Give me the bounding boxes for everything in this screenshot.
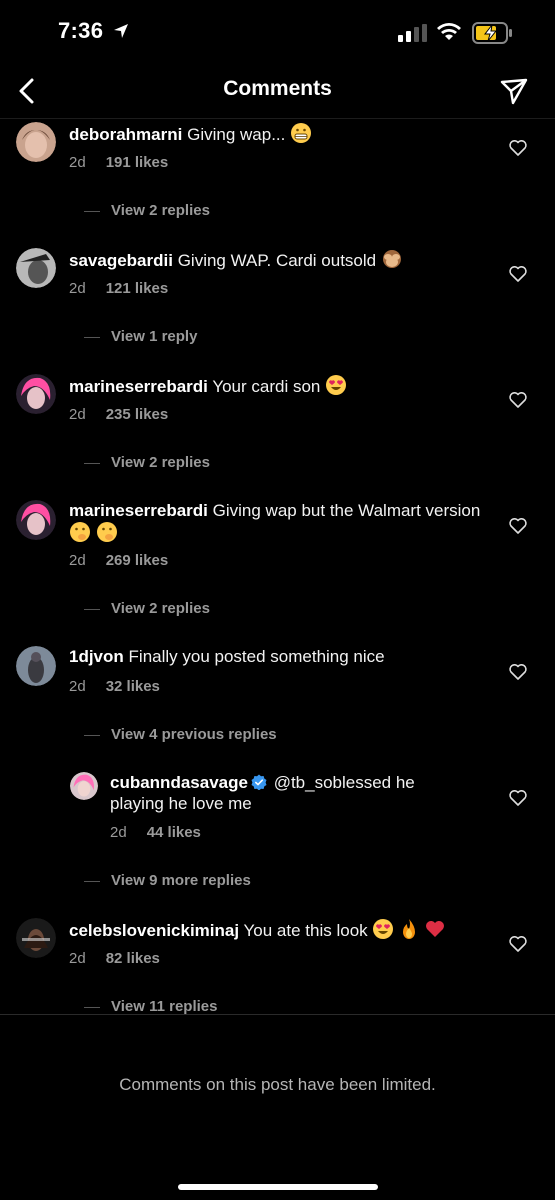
comment-age: 2d — [69, 552, 86, 569]
heart-icon[interactable] — [508, 788, 528, 808]
paper-plane-icon[interactable] — [499, 76, 529, 106]
username[interactable]: marineserrebardi — [69, 501, 208, 520]
status-time: 7:36 — [58, 18, 104, 43]
likes-count[interactable]: 32 likes — [106, 678, 160, 695]
comment-body: Giving wap... — [187, 125, 286, 144]
view-replies-label: View 2 replies — [111, 454, 210, 471]
comment-text: 1djvon Finally you posted something nice — [69, 646, 385, 667]
comment-body: You ate this look — [243, 921, 368, 940]
verified-badge-icon — [251, 774, 267, 790]
heart-eyes-emoji-icon — [326, 375, 347, 395]
comment-text: savagebardii Giving WAP. Cardi outsold — [69, 248, 403, 271]
wifi-icon — [437, 23, 461, 40]
comment-meta: 2d 191 likes — [69, 154, 168, 171]
heart-icon[interactable] — [508, 934, 528, 954]
shushing-emoji-icon — [96, 522, 117, 542]
view-replies-label: View 2 replies — [111, 202, 210, 219]
avatar[interactable] — [16, 122, 56, 162]
home-indicator[interactable] — [178, 1184, 378, 1190]
comment-text: celebslovenickiminaj You ate this look — [69, 918, 446, 941]
username[interactable]: celebslovenickiminaj — [69, 921, 239, 940]
heart-icon[interactable] — [508, 662, 528, 682]
comment-meta: 2d 82 likes — [69, 950, 160, 967]
status-bar: 7:36 — [0, 0, 555, 66]
avatar[interactable] — [16, 918, 56, 958]
view-replies-label: View 2 replies — [111, 600, 210, 617]
red-heart-emoji-icon — [425, 921, 444, 937]
comment-meta: 2d 121 likes — [69, 280, 168, 297]
comments-screen: 7:36 Comments deborahmarni Giving wap...… — [0, 0, 555, 1200]
view-replies-button[interactable]: View 11 replies — [84, 998, 217, 1014]
avatar[interactable] — [16, 500, 56, 540]
avatar[interactable] — [70, 772, 98, 800]
comment-meta: 2d 269 likes — [69, 552, 168, 569]
grimace-emoji-icon — [291, 123, 312, 143]
view-replies-button[interactable]: View 2 replies — [84, 202, 210, 219]
header: Comments — [0, 66, 555, 119]
reply-text: cubanndasavage @tb_soblessed he playing … — [110, 772, 470, 814]
heart-icon[interactable] — [508, 138, 528, 158]
avatar[interactable] — [16, 646, 56, 686]
view-replies-label: View 1 reply — [111, 328, 198, 345]
view-replies-button[interactable]: View 2 replies — [84, 600, 210, 617]
reply-line — [84, 210, 100, 212]
comment-age: 2d — [69, 950, 86, 967]
username[interactable]: marineserrebardi — [69, 377, 208, 396]
heart-icon[interactable] — [508, 264, 528, 284]
view-replies-label: View 9 more replies — [111, 872, 251, 889]
comment-age: 2d — [69, 678, 86, 695]
footer-divider — [0, 1014, 555, 1015]
comment-meta: 2d 32 likes — [69, 678, 160, 695]
likes-count[interactable]: 269 likes — [106, 552, 169, 569]
reply-line — [84, 734, 100, 736]
shushing-emoji-icon — [70, 522, 90, 542]
comment-text: marineserrebardi Your cardi son — [69, 374, 347, 397]
comment-body: Giving WAP. Cardi outsold — [177, 251, 377, 270]
heart-icon[interactable] — [508, 390, 528, 410]
comment-body: Your cardi son — [212, 377, 321, 396]
comment-age: 2d — [69, 280, 86, 297]
reply-line — [84, 880, 100, 882]
reply-line — [84, 336, 100, 338]
likes-count[interactable]: 235 likes — [106, 406, 169, 423]
see-no-evil-monkey-emoji-icon — [382, 250, 401, 268]
username[interactable]: savagebardii — [69, 251, 173, 270]
view-replies-button[interactable]: View 1 reply — [84, 328, 197, 345]
heart-eyes-emoji-icon — [373, 919, 394, 939]
view-replies-label: View 4 previous replies — [111, 726, 277, 743]
likes-count[interactable]: 121 likes — [106, 280, 169, 297]
location-arrow-icon — [114, 24, 128, 38]
comment-text: deborahmarni Giving wap... — [69, 122, 312, 145]
avatar[interactable] — [16, 374, 56, 414]
view-replies-button[interactable]: View 4 previous replies — [84, 726, 277, 743]
username[interactable]: 1djvon — [69, 647, 124, 666]
reply-line — [84, 1006, 100, 1008]
fire-emoji-icon — [403, 919, 416, 939]
comments-limited-notice: Comments on this post have been limited. — [119, 1075, 436, 1094]
comment-age: 2d — [69, 154, 86, 171]
comment-body: Giving wap but the Walmart version — [212, 501, 481, 520]
comment-text: marineserrebardi Giving wap but the Walm… — [69, 500, 489, 544]
username[interactable]: cubanndasavage — [110, 773, 248, 792]
comment-body: Finally you posted something nice — [128, 647, 385, 666]
likes-count[interactable]: 82 likes — [106, 950, 160, 967]
comment-age: 2d — [110, 824, 127, 841]
comments-list: deborahmarni Giving wap... 2d 191 likes V… — [0, 118, 555, 1014]
likes-count[interactable]: 44 likes — [147, 824, 201, 841]
view-replies-button[interactable]: View 2 replies — [84, 454, 210, 471]
battery-charging-icon — [472, 22, 512, 44]
comment-meta: 2d 44 likes — [110, 824, 201, 841]
comment-meta: 2d 235 likes — [69, 406, 168, 423]
view-replies-label: View 11 replies — [111, 998, 218, 1014]
page-title: Comments — [223, 77, 332, 100]
view-replies-button[interactable]: View 9 more replies — [84, 872, 251, 889]
comment-age: 2d — [69, 406, 86, 423]
heart-icon[interactable] — [508, 516, 528, 536]
likes-count[interactable]: 191 likes — [106, 154, 169, 171]
avatar[interactable] — [16, 248, 56, 288]
username[interactable]: deborahmarni — [69, 125, 182, 144]
reply-line — [84, 462, 100, 464]
signal-icon — [398, 24, 427, 42]
reply-line — [84, 608, 100, 610]
